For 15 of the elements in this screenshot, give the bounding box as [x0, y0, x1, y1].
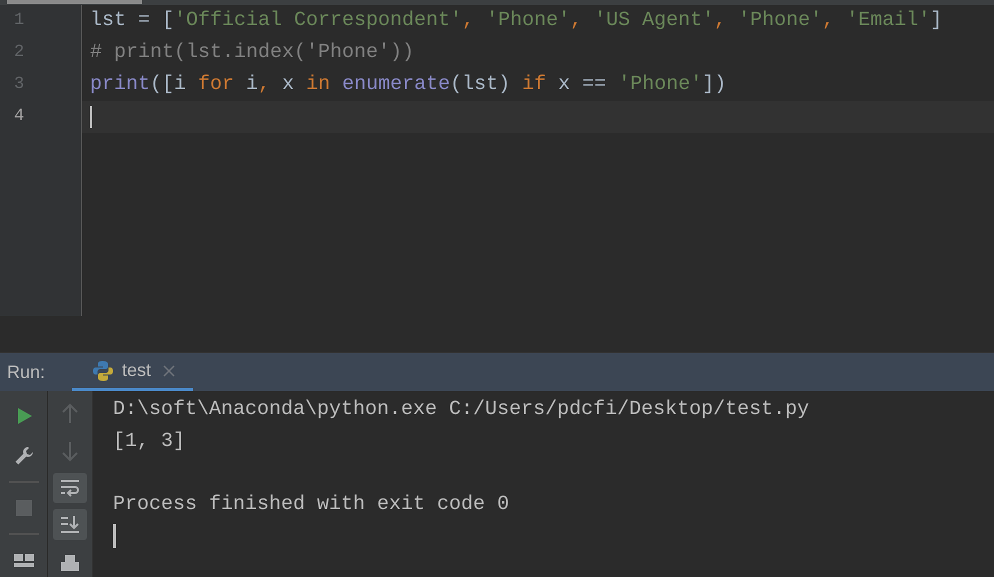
console-output-line: Process finished with exit code 0 — [113, 492, 510, 518]
toolbar-button[interactable] — [53, 472, 87, 504]
code-line: # print(lst.index('Phone')) — [90, 40, 414, 66]
scrollbar-thumb[interactable] — [7, 0, 142, 4]
text-cursor — [90, 106, 92, 128]
panel-label: Run: — [7, 361, 46, 384]
console-output-line: [1, 3] — [113, 428, 186, 454]
console-output-line: D:\soft\Anaconda\python.exe C:/Users/pdcfi/Desktop/test.py — [113, 397, 810, 423]
line-number: 4 — [14, 107, 24, 126]
code-line: print([i for i, x in enumerate(lst) if x == 'Phone']) — [90, 72, 726, 98]
toolbar-button[interactable] — [53, 509, 87, 540]
code-line: lst = ['Official Correspondent', 'Phone', 'US Agent', 'Phone', 'Email'] — [90, 8, 942, 34]
close-icon[interactable] — [163, 364, 176, 376]
console-cursor — [113, 524, 116, 548]
python-logo-icon — [92, 360, 114, 382]
